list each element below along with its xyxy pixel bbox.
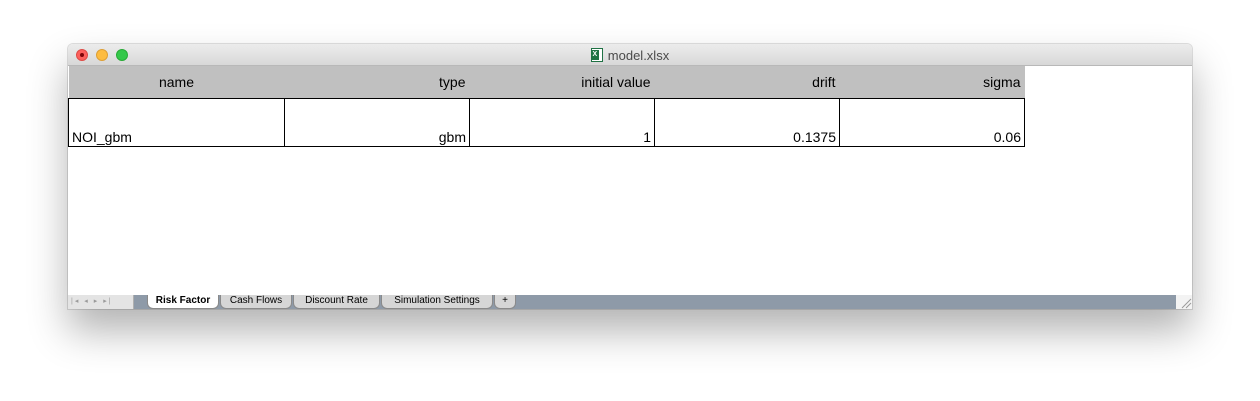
header-row: name type initial value drift sigma [68,66,1025,98]
window-title: model.xlsx [68,44,1192,66]
table-row: NOI_gbm gbm 1 0.1375 0.06 [68,97,1025,147]
header-initial-value[interactable]: initial value [469,66,655,98]
header-type[interactable]: type [284,66,470,98]
header-sigma[interactable]: sigma [839,66,1025,98]
spreadsheet-window: model.xlsx name type initial value drift… [68,44,1192,309]
data-table: name type initial value drift sigma NOI_… [68,66,1025,147]
excel-file-icon [590,48,603,62]
header-drift[interactable]: drift [654,66,840,98]
cell-initial-value[interactable]: 1 [469,97,655,147]
cell-drift[interactable]: 0.1375 [654,97,840,147]
title-bar[interactable]: model.xlsx [68,44,1192,66]
tab-scroll-arrows[interactable]: |◂ ◂ ▸ ▸| [68,295,134,309]
header-name[interactable]: name [68,66,285,98]
sheet-tab-bar: |◂ ◂ ▸ ▸| Risk Factor Cash Flows Discoun… [68,295,1176,309]
tab-risk-factor[interactable]: Risk Factor [147,295,219,309]
resize-handle[interactable] [1176,295,1192,309]
cell-name[interactable]: NOI_gbm [68,97,285,147]
tab-discount-rate[interactable]: Discount Rate [293,295,380,309]
sheet-area[interactable]: name type initial value drift sigma NOI_… [68,66,1192,295]
cell-type[interactable]: gbm [284,97,470,147]
cell-sigma[interactable]: 0.06 [839,97,1025,147]
window-title-text: model.xlsx [607,47,670,63]
add-sheet-button[interactable]: + [494,295,516,309]
tab-simulation-settings[interactable]: Simulation Settings [381,295,493,309]
tab-cash-flows[interactable]: Cash Flows [220,295,292,309]
resize-grip-icon [1181,298,1192,309]
